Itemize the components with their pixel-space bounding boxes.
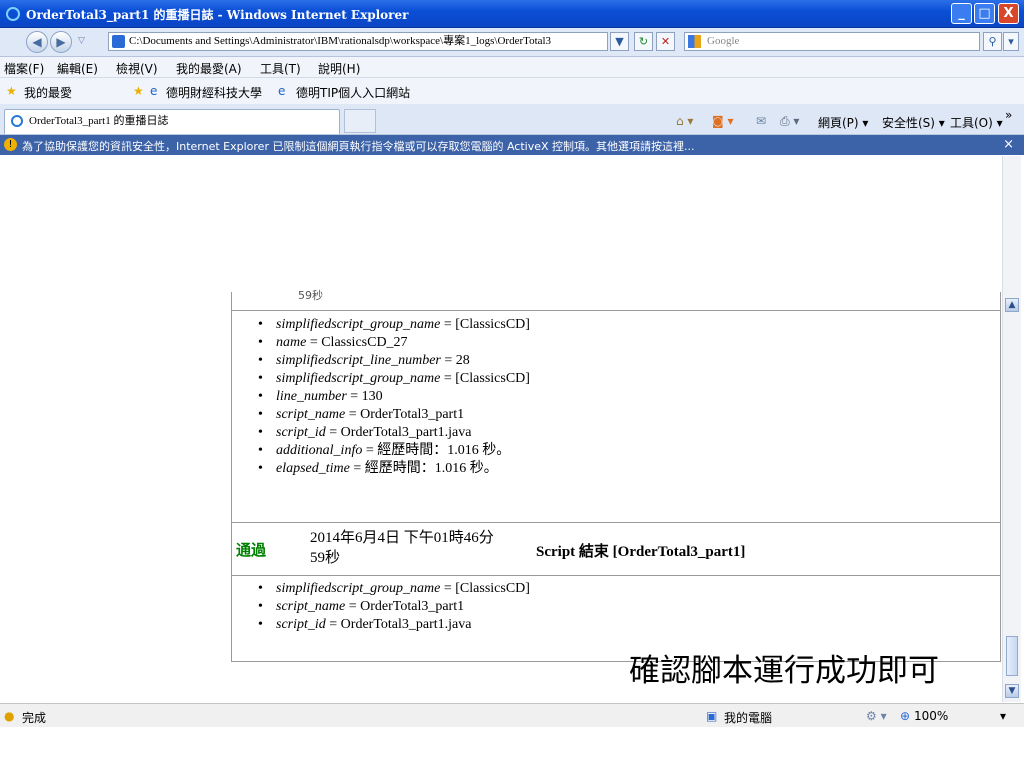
security-info-bar[interactable]: ! 為了協助保護您的資訊安全性，Internet Explorer 已限制這個網… xyxy=(0,135,1024,155)
maximize-button[interactable]: □ xyxy=(974,3,995,24)
safety-menu[interactable]: 安全性(S) ▾ xyxy=(882,114,945,131)
menu-tools[interactable]: 工具(T) xyxy=(260,60,301,77)
list-item: script_name = OrderTotal3_part1 xyxy=(258,598,530,616)
favorite-link-2[interactable]: 德明TIP個人入口網站 xyxy=(296,84,410,101)
zoom-level[interactable]: 100% xyxy=(914,709,948,723)
list-item: simplifiedscript_group_name = [ClassicsC… xyxy=(258,316,530,334)
ie-logo-icon xyxy=(6,7,20,21)
scroll-up-icon[interactable]: ▲ xyxy=(1005,298,1019,312)
status-icon: ● xyxy=(4,709,15,723)
print-icon[interactable]: ⎙ ▾ xyxy=(780,114,799,129)
mail-icon[interactable]: ✉ xyxy=(756,114,766,128)
address-input[interactable]: C:\Documents and Settings\Administrator\… xyxy=(108,32,608,51)
refresh-button[interactable]: ↻ xyxy=(634,32,653,51)
favorite-link-1[interactable]: 德明財經科技大學 xyxy=(166,84,262,101)
menu-favorites[interactable]: 我的最愛(A) xyxy=(176,60,242,77)
list-item: script_name = OrderTotal3_part1 xyxy=(258,406,530,424)
scroll-down-icon[interactable]: ▼ xyxy=(1005,684,1019,698)
annotation-caption: 確認腳本運行成功即可 xyxy=(629,653,939,689)
close-button[interactable]: X xyxy=(998,3,1019,24)
favorites-star-icon: ★ xyxy=(6,84,17,98)
list-item: simplifiedscript_group_name = [ClassicsC… xyxy=(258,370,530,388)
scroll-thumb[interactable] xyxy=(1006,636,1018,676)
new-tab-button[interactable] xyxy=(344,109,376,133)
list-item: simplifiedscript_group_name = [ClassicsC… xyxy=(258,580,530,598)
log-properties-2: simplifiedscript_group_name = [ClassicsC… xyxy=(258,580,530,634)
tab-label: OrderTotal3_part1 的重播日誌 xyxy=(29,115,169,127)
page-menu[interactable]: 網頁(P) ▾ xyxy=(818,114,868,131)
ie-page-icon: e xyxy=(278,84,286,98)
desktop-area xyxy=(0,727,1024,768)
timestamp-line-1: 2014年6月4日 下午01時46分 xyxy=(310,530,494,546)
info-bar-close-icon[interactable]: × xyxy=(1003,137,1014,152)
divider xyxy=(231,310,1001,311)
protected-mode-icon[interactable]: ⚙ ▾ xyxy=(866,709,887,723)
back-button[interactable]: ◀ xyxy=(26,31,48,53)
status-text: 完成 xyxy=(22,711,47,725)
script-end-message: Script 結束 [OrderTotal3_part1] xyxy=(536,544,746,560)
page-menu-label: 網頁(P) xyxy=(818,116,859,130)
zoom-icon[interactable]: ⊕ xyxy=(900,709,910,723)
clipped-timestamp: 59秒 xyxy=(298,289,323,302)
zone-label: 我的電腦 xyxy=(724,711,773,725)
warning-shield-icon: ! xyxy=(4,138,17,151)
add-favorite-icon[interactable]: ★ xyxy=(133,84,144,98)
list-item: script_id = OrderTotal3_part1.java xyxy=(258,616,530,634)
status-bar: ● 完成 ▣ 我的電腦 ⚙ ▾ ⊕ 100% ▾ xyxy=(0,703,1024,728)
list-item: line_number = 130 xyxy=(258,388,530,406)
address-dropdown-icon[interactable]: ▼ xyxy=(610,32,629,51)
feeds-icon[interactable]: ◙ ▾ xyxy=(712,114,733,128)
list-item: name = ClassicsCD_27 xyxy=(258,334,530,352)
tools-menu-label: 工具(O) xyxy=(950,116,993,130)
tab-replay-log[interactable]: OrderTotal3_part1 的重播日誌 xyxy=(4,109,340,134)
timestamp-line-2: 59秒 xyxy=(310,550,341,566)
menu-view[interactable]: 檢視(V) xyxy=(116,60,158,77)
list-item: script_id = OrderTotal3_part1.java xyxy=(258,424,530,442)
timestamp: 2014年6月4日 下午01時46分 59秒 xyxy=(310,528,494,568)
divider xyxy=(231,522,1001,523)
window-title: OrderTotal3_part1 的重播日誌 - Windows Intern… xyxy=(26,8,409,22)
list-item: simplifiedscript_line_number = 28 xyxy=(258,352,530,370)
menu-help[interactable]: 說明(H) xyxy=(318,60,360,77)
google-logo-icon xyxy=(688,35,701,48)
ie-logo-icon xyxy=(11,115,23,127)
tools-menu[interactable]: 工具(O) ▾ xyxy=(950,114,1003,131)
search-input[interactable]: Google xyxy=(684,32,980,51)
menu-edit[interactable]: 編輯(E) xyxy=(57,60,98,77)
safety-menu-label: 安全性(S) xyxy=(882,116,935,130)
log-properties-1: simplifiedscript_group_name = [ClassicsC… xyxy=(258,316,530,478)
info-bar-text: 為了協助保護您的資訊安全性，Internet Explorer 已限制這個網頁執… xyxy=(22,140,695,153)
favorites-button[interactable]: 我的最愛 xyxy=(24,84,72,101)
address-toolbar: ◀ ▶ ▽ C:\Documents and Settings\Administ… xyxy=(0,28,1024,57)
search-options-icon[interactable]: ▾ xyxy=(1003,32,1019,51)
page-icon xyxy=(112,35,125,48)
tab-bar: OrderTotal3_part1 的重播日誌 ⌂ ▾ ◙ ▾ ✉ ⎙ ▾ 網頁… xyxy=(0,104,1024,135)
home-icon[interactable]: ⌂ ▾ xyxy=(676,114,693,128)
computer-icon: ▣ xyxy=(706,709,718,723)
list-item: elapsed_time = 經歷時間：1.016 秒。 xyxy=(258,460,530,478)
ie-page-icon: e xyxy=(150,84,158,98)
divider xyxy=(231,575,1001,576)
list-item: additional_info = 經歷時間：1.016 秒。 xyxy=(258,442,530,460)
more-chevron-icon[interactable]: » xyxy=(1005,108,1012,122)
minimize-button[interactable]: _ xyxy=(951,3,972,24)
vertical-scrollbar[interactable]: ▲ ▼ xyxy=(1002,156,1021,702)
forward-button[interactable]: ▶ xyxy=(50,31,72,53)
menu-file[interactable]: 檔案(F) xyxy=(4,60,44,77)
favorites-bar: ★ 我的最愛 ★ e 德明財經科技大學 e 德明TIP個人入口網站 xyxy=(0,78,1024,105)
zoom-dropdown-icon[interactable]: ▾ xyxy=(1000,709,1006,723)
title-bar: OrderTotal3_part1 的重播日誌 - Windows Intern… xyxy=(0,0,1024,28)
status-badge: 通過 xyxy=(236,541,267,559)
history-dropdown-icon[interactable]: ▽ xyxy=(78,36,85,46)
menu-bar: 檔案(F) 編輯(E) 檢視(V) 我的最愛(A) 工具(T) 說明(H) xyxy=(0,57,1024,78)
search-go-button[interactable]: ⚲ xyxy=(983,32,1002,51)
stop-button[interactable]: ✕ xyxy=(656,32,675,51)
